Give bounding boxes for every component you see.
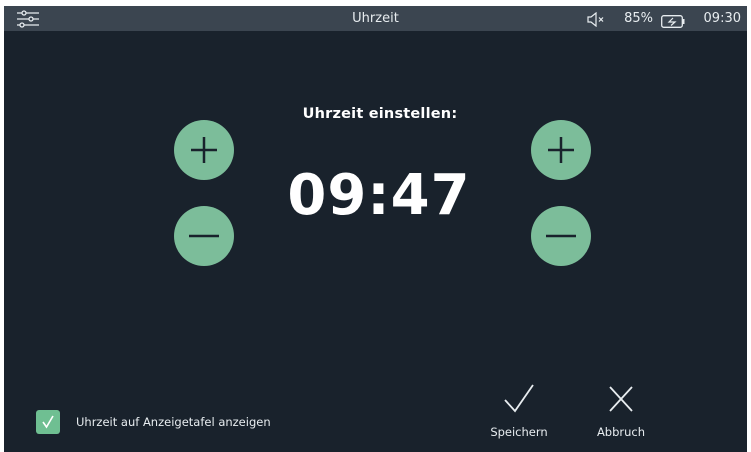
checkmark-icon [504,384,534,413]
show-on-display-checkbox[interactable] [36,410,60,434]
battery-icon [661,12,685,28]
minus-icon [189,234,219,238]
time-display: 09:47 [287,163,471,228]
speaker-muted-icon[interactable] [587,11,605,28]
cancel-label: Abbruch [596,425,646,439]
show-on-display-label: Uhrzeit auf Anzeigetafel anzeigen [76,415,271,429]
status-clock: 09:30 [703,11,741,26]
hour-decrease-button[interactable] [174,206,234,266]
minute-increase-button[interactable] [531,120,591,180]
plus-icon [191,137,217,163]
plus-icon [548,137,574,163]
checkmark-icon [42,415,54,429]
time-settings-screen: Uhrzeit 85% 09:30 Uhrzeit einstellen: 09… [4,6,747,452]
battery-percent: 85% [624,11,653,26]
save-button[interactable]: Speichern [479,383,559,443]
status-area: 85% 09:30 [547,6,747,31]
cancel-button[interactable]: Abbruch [581,383,661,443]
time-setting-heading: Uhrzeit einstellen: [302,106,458,122]
top-bar: Uhrzeit 85% 09:30 [4,6,747,31]
save-label: Speichern [490,425,548,439]
hour-increase-button[interactable] [174,120,234,180]
close-icon [609,386,633,412]
minus-icon [546,234,576,238]
minute-decrease-button[interactable] [531,206,591,266]
